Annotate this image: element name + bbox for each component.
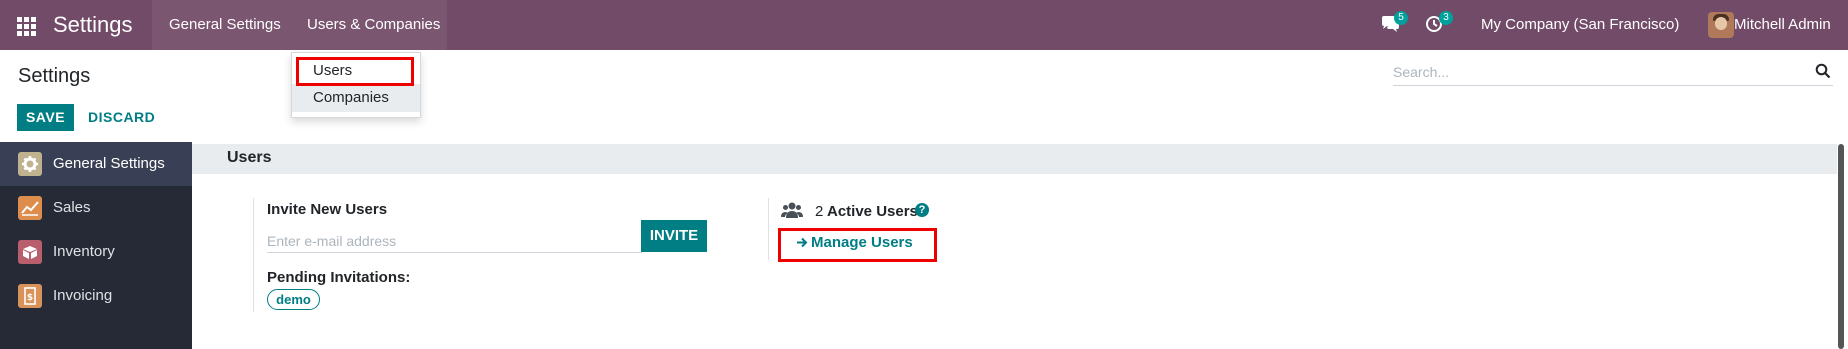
help-icon[interactable]: ? [915, 203, 929, 217]
section-header [192, 144, 1837, 174]
activity-clock-icon[interactable]: 3 [1425, 11, 1453, 35]
divider [253, 198, 254, 312]
breadcrumb: Settings [18, 65, 91, 87]
sidebar-item-inventory[interactable]: Inventory [0, 230, 192, 274]
sidebar-item-sales[interactable]: Sales [0, 186, 192, 230]
discard-button[interactable]: DISCARD [88, 104, 155, 131]
invite-users-title: Invite New Users [267, 201, 388, 218]
svg-text:$: $ [27, 293, 33, 303]
email-field[interactable] [267, 229, 642, 253]
divider [768, 198, 769, 260]
pending-invitations-title: Pending Invitations: [267, 269, 411, 286]
invoice-icon: $ [18, 284, 42, 308]
chat-icon[interactable]: 5 [1380, 11, 1408, 35]
save-button[interactable]: SAVE [17, 104, 74, 131]
active-users-label: Active Users [827, 203, 918, 220]
search-bar [1393, 58, 1833, 86]
company-switcher[interactable]: My Company (San Francisco) [1481, 16, 1679, 33]
sidebar-item-invoicing[interactable]: $ Invoicing [0, 274, 192, 318]
apps-menu-icon[interactable] [17, 17, 36, 36]
section-title: Users [227, 149, 272, 166]
activity-badge: 3 [1439, 11, 1453, 25]
search-icon[interactable] [1815, 63, 1831, 79]
top-navbar: Settings General Settings Users & Compan… [0, 0, 1848, 50]
users-icon [781, 202, 803, 218]
highlight-box [778, 228, 937, 262]
user-avatar[interactable] [1708, 12, 1734, 38]
chart-icon [18, 196, 42, 220]
chat-badge: 5 [1394, 11, 1408, 25]
invite-button[interactable]: INVITE [641, 220, 707, 252]
box-icon [18, 240, 42, 264]
dropdown-item-companies[interactable]: Companies [292, 84, 420, 112]
settings-sidebar: General Settings Sales Inventory $ Invoi… [0, 142, 192, 349]
menu-users-companies[interactable]: Users & Companies [307, 16, 440, 33]
sidebar-item-general-settings[interactable]: General Settings [0, 142, 192, 186]
gear-icon [18, 152, 42, 176]
scrollbar[interactable] [1838, 144, 1844, 349]
pending-invitation-tag[interactable]: demo [267, 289, 320, 310]
sidebar-item-label: Invoicing [53, 287, 113, 304]
sidebar-item-label: Inventory [53, 243, 115, 260]
search-input[interactable] [1393, 62, 1793, 82]
app-title: Settings [53, 12, 133, 37]
active-users-count: 2 [815, 203, 824, 220]
sidebar-item-label: General Settings [53, 155, 165, 172]
highlight-box [296, 57, 414, 86]
user-name[interactable]: Mitchell Admin [1734, 16, 1831, 33]
menu-general-settings[interactable]: General Settings [169, 16, 281, 33]
sidebar-item-label: Sales [53, 199, 91, 216]
